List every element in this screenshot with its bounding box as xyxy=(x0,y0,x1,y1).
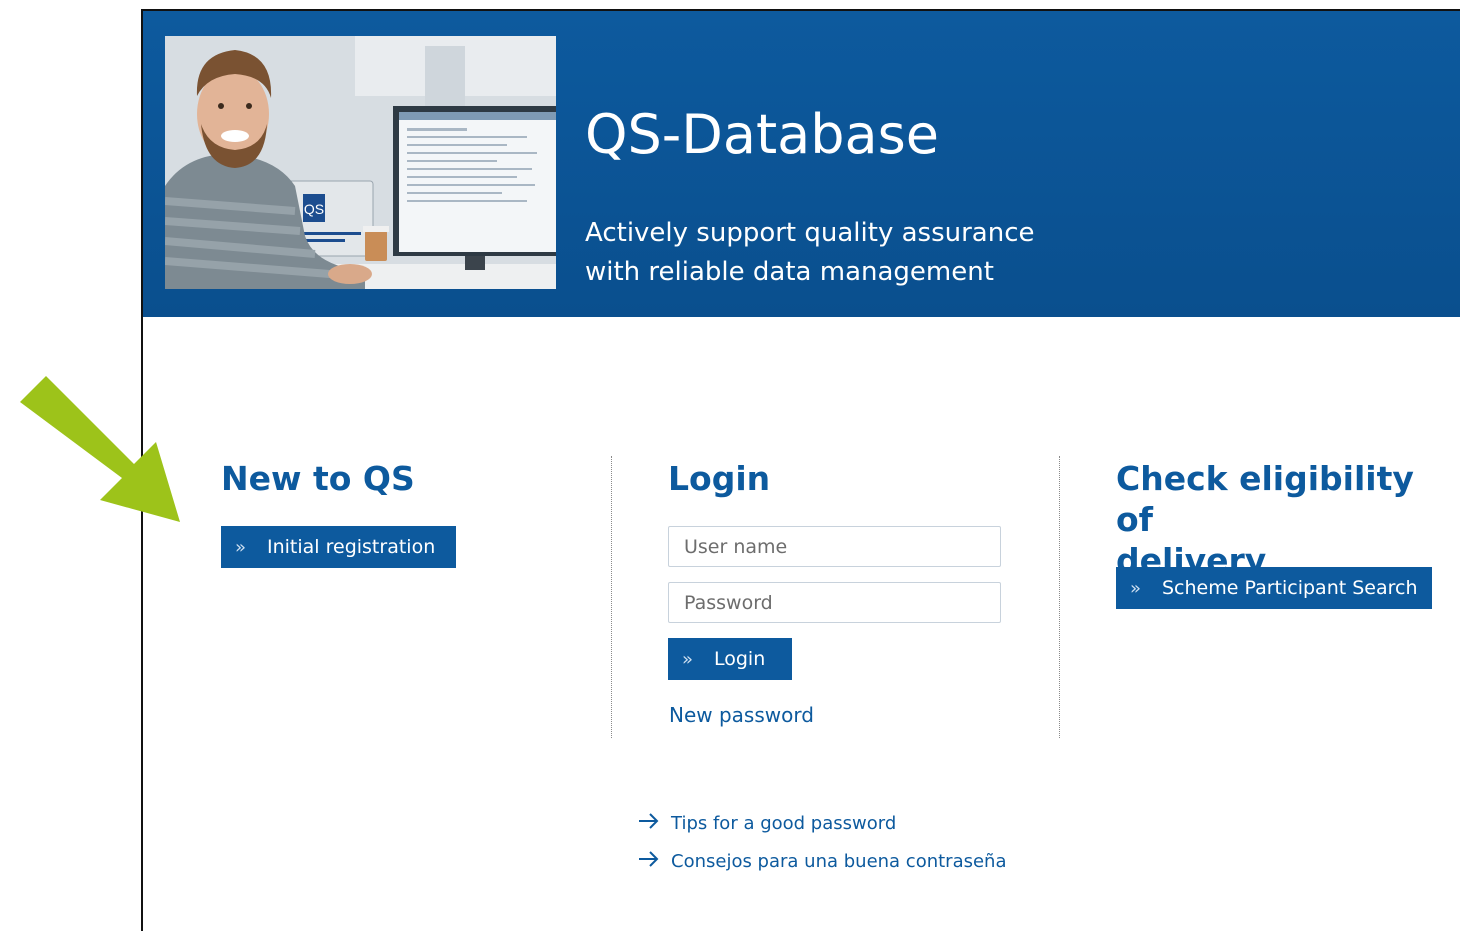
eligibility-heading: Check eligibility of delivery xyxy=(1116,458,1446,581)
login-button-label: Login xyxy=(714,648,766,670)
subtitle-line-2: with reliable data management xyxy=(585,257,994,287)
column-divider-2 xyxy=(1059,456,1060,738)
page-subtitle: Actively support quality assurance with … xyxy=(585,214,1105,292)
initial-registration-button[interactable]: » Initial registration xyxy=(221,526,456,568)
initial-registration-label: Initial registration xyxy=(267,536,436,558)
scheme-participant-search-button[interactable]: » Scheme Participant Search xyxy=(1116,567,1432,609)
consejos-contrasena-link[interactable]: Consejos para una buena contraseña xyxy=(638,851,1007,872)
login-heading: Login xyxy=(668,459,771,498)
subtitle-line-1: Actively support quality assurance xyxy=(585,218,1035,248)
page: QS QS-Database Actively support quality … xyxy=(0,0,1460,931)
double-chevron-right-icon: » xyxy=(235,536,247,558)
hero-laptop-logo-text: QS xyxy=(304,201,324,217)
column-divider-1 xyxy=(611,456,612,738)
new-to-qs-heading: New to QS xyxy=(221,459,415,498)
green-pointer-arrow-icon xyxy=(20,376,180,522)
header-banner: QS QS-Database Actively support quality … xyxy=(143,11,1460,317)
new-password-link[interactable]: New password xyxy=(669,703,814,727)
hero-image: QS xyxy=(165,36,556,289)
password-input[interactable] xyxy=(668,582,1001,623)
username-input[interactable] xyxy=(668,526,1001,567)
arrow-right-icon xyxy=(638,813,660,834)
scheme-participant-search-label: Scheme Participant Search xyxy=(1162,577,1418,599)
page-title: QS-Database xyxy=(585,103,939,166)
eligibility-section: Check eligibility of delivery xyxy=(1116,458,1446,581)
eligibility-heading-line-1: Check eligibility of xyxy=(1116,459,1414,539)
tips-good-password-label: Tips for a good password xyxy=(671,813,897,834)
consejos-contrasena-label: Consejos para una buena contraseña xyxy=(671,851,1007,872)
double-chevron-right-icon: » xyxy=(1130,577,1142,599)
new-to-qs-section: New to QS xyxy=(221,458,415,499)
login-section: Login xyxy=(668,458,770,499)
login-button[interactable]: » Login xyxy=(668,638,792,680)
tips-good-password-link[interactable]: Tips for a good password xyxy=(638,813,896,834)
double-chevron-right-icon: » xyxy=(682,648,694,670)
hero-illustration: QS xyxy=(165,36,556,289)
arrow-right-icon xyxy=(638,851,660,872)
